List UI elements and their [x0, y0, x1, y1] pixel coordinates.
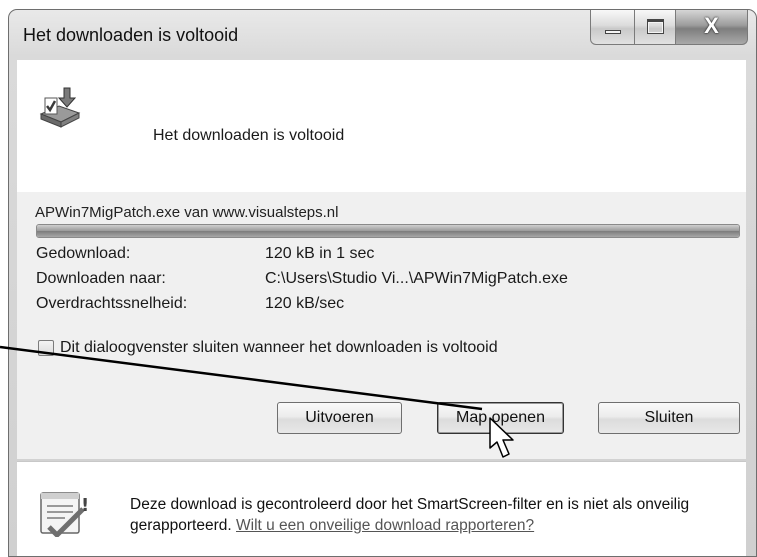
minimize-icon [605, 30, 621, 34]
downloaded-value: 120 kB in 1 sec [265, 245, 375, 262]
close-on-complete-label[interactable]: Dit dialoogvenster sluiten wanneer het d… [60, 339, 498, 357]
details-panel: APWin7MigPatch.exe van www.visualsteps.n… [17, 192, 746, 459]
download-complete-icon [39, 87, 81, 128]
header-panel: Het downloaden is voltooid [17, 60, 746, 192]
file-source: APWin7MigPatch.exe van www.visualsteps.n… [35, 204, 339, 221]
smartscreen-panel: ! Deze download is gecontroleerd door he… [17, 461, 746, 556]
maximize-icon [647, 19, 664, 34]
destination-value: C:\Users\Studio Vi...\APWin7MigPatch.exe [265, 270, 568, 287]
smartscreen-shield-icon: ! [40, 492, 89, 537]
run-button[interactable]: Uitvoeren [277, 402, 402, 434]
download-complete-dialog: Het downloaden is voltooid X Het downloa… [8, 9, 757, 557]
minimize-button[interactable] [590, 10, 635, 45]
svg-text:!: ! [81, 495, 89, 516]
close-button[interactable]: Sluiten [598, 402, 740, 434]
caption-buttons: X [590, 10, 748, 47]
report-unsafe-link[interactable]: Wilt u een onveilige download rapportere… [236, 517, 534, 534]
rate-label: Overdrachtssnelheid: [36, 295, 188, 312]
header-title: Het downloaden is voltooid [153, 127, 345, 144]
downloaded-label: Gedownload: [36, 245, 131, 262]
open-folder-button[interactable]: Map openen [437, 402, 564, 434]
maximize-button[interactable] [635, 10, 676, 45]
window-title: Het downloaden is voltooid [23, 25, 239, 45]
progress-fill [37, 225, 739, 237]
title-bar[interactable]: Het downloaden is voltooid X [9, 10, 756, 60]
smartscreen-message: Deze download is gecontroleerd door het … [130, 494, 730, 536]
close-window-button[interactable]: X [676, 10, 748, 45]
destination-label: Downloaden naar: [36, 270, 166, 287]
close-on-complete-checkbox[interactable] [38, 340, 54, 356]
progress-bar [36, 224, 740, 238]
rate-value: 120 kB/sec [265, 295, 345, 312]
close-icon: X [704, 13, 719, 38]
